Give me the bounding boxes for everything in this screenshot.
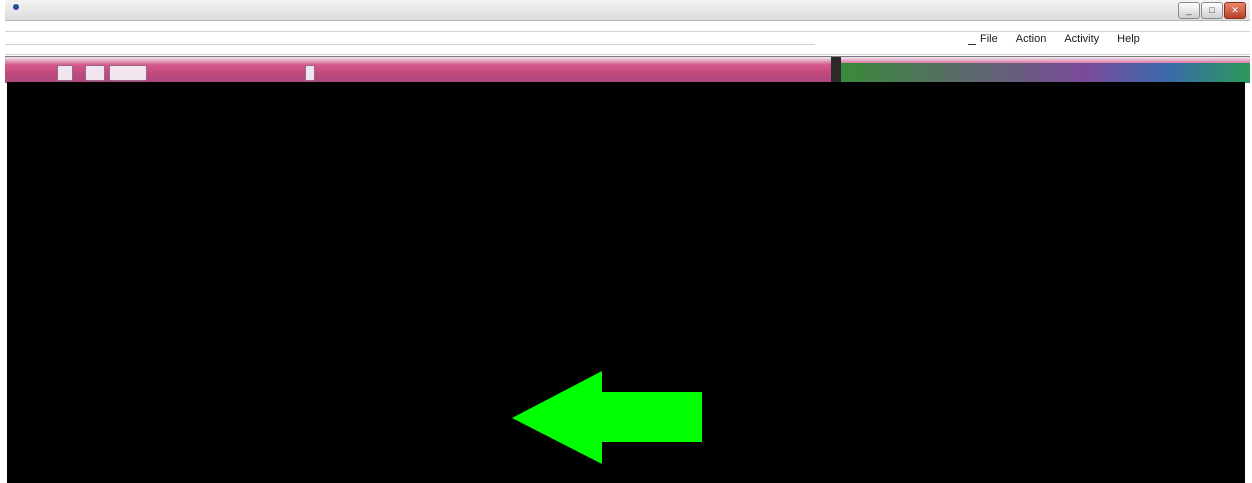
menu-divider [5,44,815,45]
toolbar-separator [831,57,841,83]
toolbar-status-area [841,63,1250,83]
window-controls: _ □ ✕ [1178,2,1246,19]
menu-file[interactable]: File [968,32,1008,54]
remote-viewport[interactable] [7,82,1245,483]
arrow-left-icon [512,371,702,464]
app-icon [13,4,19,10]
menu-help[interactable]: Help [1109,32,1150,54]
menu-activity[interactable]: Activity [1056,32,1109,54]
maximize-button[interactable]: □ [1201,2,1223,19]
toolbar-home-button[interactable] [57,65,73,81]
menu-bar: File Action Activity Help [5,32,1250,55]
menu-items: File Action Activity Help [968,32,1150,54]
minimize-button[interactable]: _ [1178,2,1200,19]
address-strip [5,21,1250,51]
window-titlebar: _ □ ✕ [5,0,1250,21]
close-button[interactable]: ✕ [1224,2,1246,19]
toolbar [5,56,1250,83]
menu-action[interactable]: Action [1008,32,1057,54]
toolbar-tool-button[interactable] [109,65,147,81]
arrow-shape [512,371,702,464]
toolbar-back-button[interactable] [85,65,105,81]
toolbar-view-button[interactable] [305,65,315,81]
